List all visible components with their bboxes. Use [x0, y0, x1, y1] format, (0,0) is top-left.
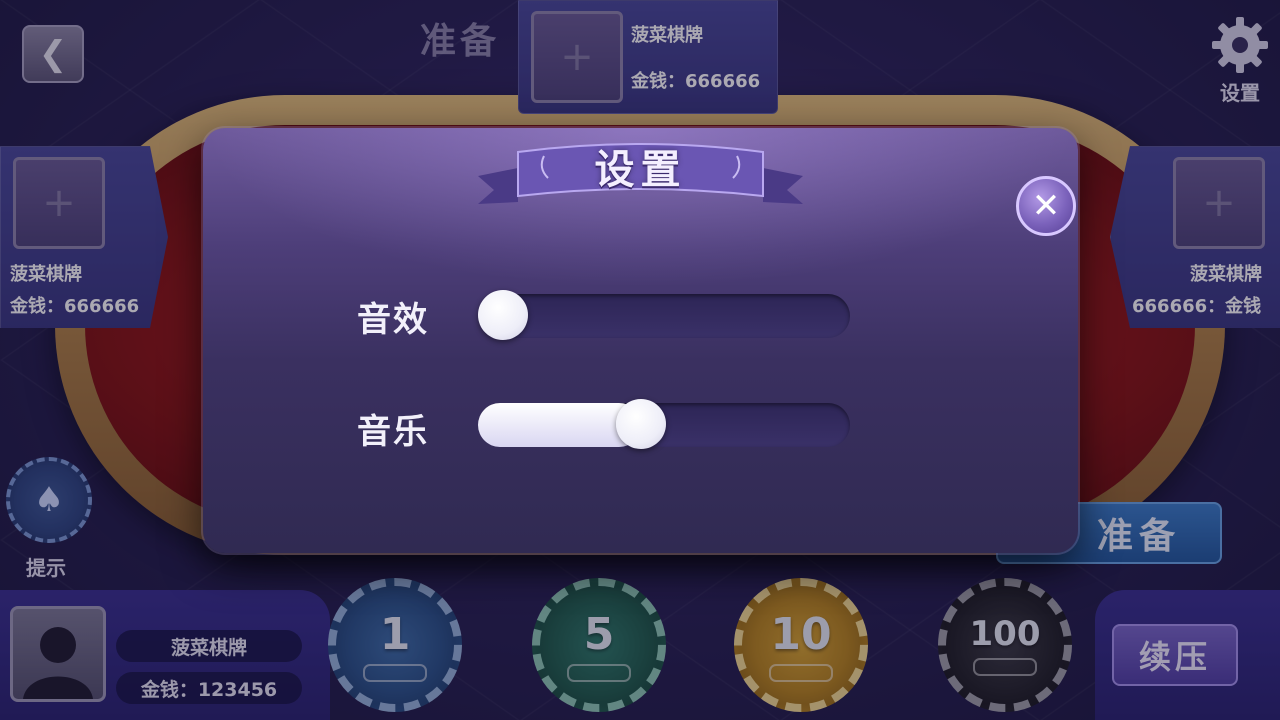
sound-label: 音效 — [357, 300, 429, 340]
music-label: 音乐 — [357, 412, 429, 452]
close-button[interactable]: ✕ — [1016, 176, 1076, 236]
sound-slider-handle[interactable] — [478, 290, 528, 340]
close-icon: ✕ — [1031, 186, 1061, 226]
music-slider[interactable] — [478, 399, 850, 449]
sound-slider[interactable] — [478, 290, 850, 340]
music-slider-handle[interactable] — [616, 399, 666, 449]
modal-title: 设置 — [594, 147, 687, 193]
